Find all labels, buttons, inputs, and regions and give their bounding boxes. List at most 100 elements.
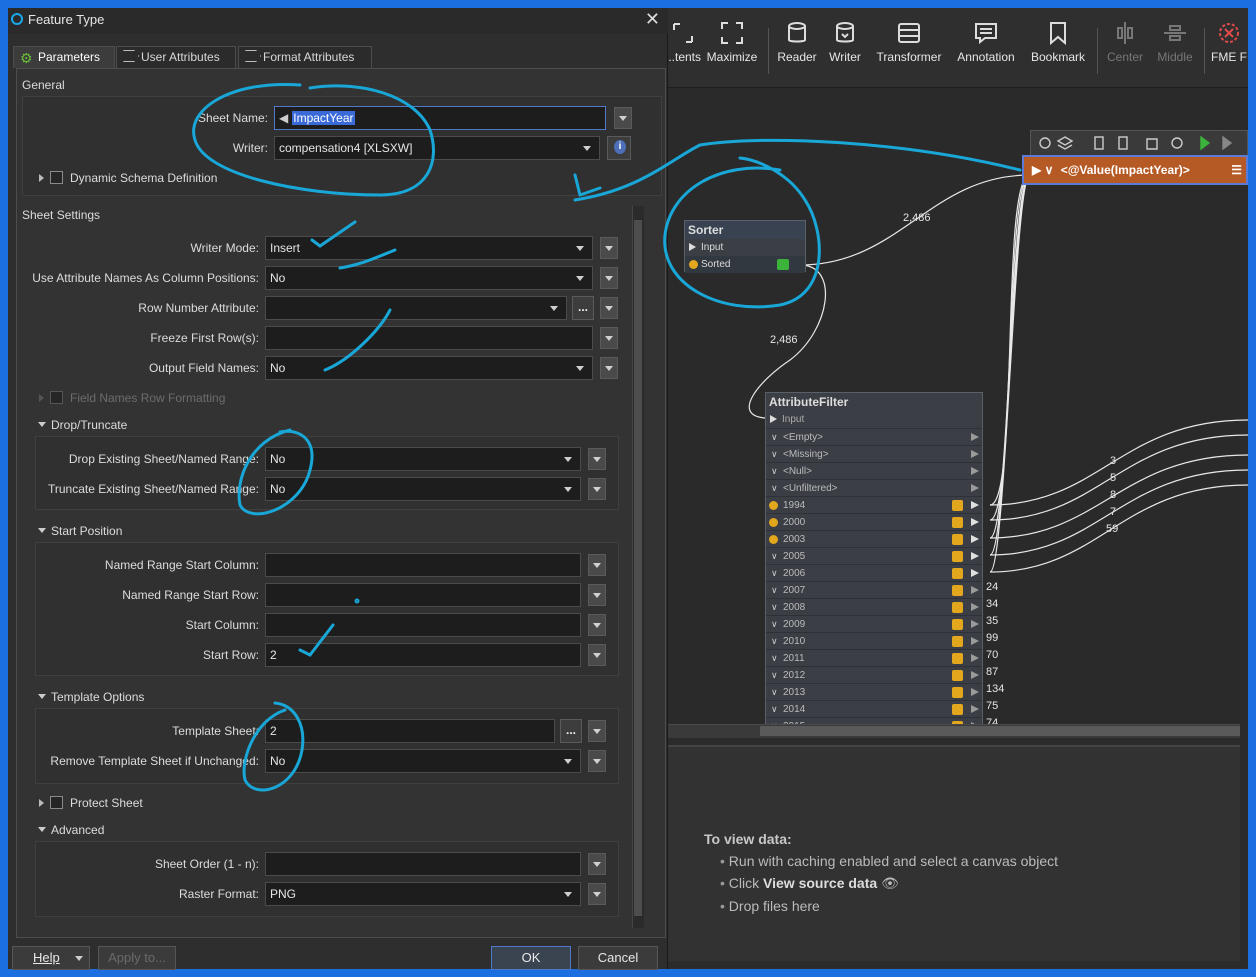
writer-label: Writer: xyxy=(232,141,268,155)
remove-template-sheet-select[interactable]: No xyxy=(265,749,581,773)
apply-to-button[interactable]: Apply to... xyxy=(98,946,176,970)
tab-user-attributes[interactable]: User Attributes xyxy=(116,46,236,68)
dialog-titlebar: Feature Type ✕ xyxy=(8,8,668,34)
template-sheet-menu-button[interactable] xyxy=(588,720,606,742)
raster-format-select[interactable]: PNG xyxy=(265,882,581,906)
cancel-button[interactable]: Cancel xyxy=(578,946,658,970)
writer-mode-label: Writer Mode: xyxy=(190,241,259,255)
row-number-menu-button[interactable] xyxy=(600,297,618,319)
collapse-icon[interactable] xyxy=(38,694,46,699)
chevron-down-icon: ∨ xyxy=(771,704,778,714)
ok-button[interactable]: OK xyxy=(491,946,571,970)
sheet-order-input[interactable] xyxy=(265,852,581,876)
filter-output-port[interactable]: ∨ 2013 xyxy=(766,683,982,700)
template-sheet-ellipsis-button[interactable]: ... xyxy=(560,719,582,743)
filter-output-port[interactable]: 2000 xyxy=(766,513,982,530)
collapse-icon[interactable] xyxy=(38,422,46,427)
named-range-start-column-input[interactable] xyxy=(265,553,581,577)
raster-format-label: Raster Format: xyxy=(178,887,259,901)
remove-template-sheet-menu-button[interactable] xyxy=(588,750,606,772)
use-attribute-names-label: Use Attribute Names As Column Positions: xyxy=(32,271,259,285)
protect-sheet-checkbox[interactable] xyxy=(50,796,63,809)
row-number-ellipsis-button[interactable]: ... xyxy=(572,296,594,320)
collapse-icon[interactable] xyxy=(38,528,46,533)
inspect-icon xyxy=(952,602,963,613)
start-row-menu-button[interactable] xyxy=(588,644,606,666)
output-field-names-menu-button[interactable] xyxy=(600,357,618,379)
truncate-existing-sheet-select[interactable]: No xyxy=(265,477,581,501)
template-options-title: Template Options xyxy=(51,690,145,704)
filter-output-port[interactable]: ∨ 2005 xyxy=(766,547,982,564)
sheet-order-menu-button[interactable] xyxy=(588,853,606,875)
close-icon[interactable]: ✕ xyxy=(645,9,660,30)
named-range-start-row-menu-button[interactable] xyxy=(588,584,606,606)
start-row-input[interactable]: 2 xyxy=(265,643,581,667)
filter-output-port[interactable]: ∨ 2007 xyxy=(766,581,982,598)
port-feature-count: 34 xyxy=(986,598,999,610)
tab-parameters[interactable]: ⚙ Parameters xyxy=(13,46,115,68)
filter-output-port[interactable]: ∨ 2011 xyxy=(766,649,982,666)
filter-output-port[interactable]: ∨ <Missing> xyxy=(766,445,982,462)
remove-template-sheet-label: Remove Template Sheet if Unchanged: xyxy=(50,754,259,768)
drop-existing-sheet-menu-button[interactable] xyxy=(588,448,606,470)
use-attribute-names-menu-button[interactable] xyxy=(600,267,618,289)
raster-format-menu-button[interactable] xyxy=(588,883,606,905)
link-feature-count: 8 xyxy=(1110,489,1117,501)
writer-mode-select[interactable]: Insert xyxy=(265,236,593,260)
output-field-names-select[interactable]: No xyxy=(265,356,593,380)
filter-output-port[interactable]: ∨ 2012 xyxy=(766,666,982,683)
output-arrow-icon xyxy=(971,671,979,679)
filter-output-port[interactable]: 1994 xyxy=(766,496,982,513)
named-range-start-column-menu-button[interactable] xyxy=(588,554,606,576)
template-sheet-input[interactable]: 2 xyxy=(265,719,555,743)
filter-output-port[interactable]: ∨ 2006 xyxy=(766,564,982,581)
sheet-name-menu-button[interactable] xyxy=(614,107,632,129)
chevron-down-icon: ∨ xyxy=(771,670,778,680)
filter-output-port[interactable]: ∨ 2008 xyxy=(766,598,982,615)
filter-output-port[interactable]: ∨ 2014 xyxy=(766,700,982,717)
truncate-existing-sheet-menu-button[interactable] xyxy=(588,478,606,500)
output-arrow-icon xyxy=(971,637,979,645)
row-number-attribute-select[interactable] xyxy=(265,296,567,320)
output-field-names-label: Output Field Names: xyxy=(148,361,259,375)
attributefilter-transformer-node[interactable]: AttributeFilter Input ∨ <Empty> ∨ <Missing>… xyxy=(765,392,983,732)
general-section-title: General xyxy=(22,78,65,92)
start-column-input[interactable] xyxy=(265,613,581,637)
sorter-input-port[interactable]: Input xyxy=(685,239,805,256)
collapse-icon[interactable] xyxy=(38,827,46,832)
writer-select[interactable]: compensation4 [XLSXW] xyxy=(274,136,600,160)
use-attribute-names-select[interactable]: No xyxy=(265,266,593,290)
filter-output-port[interactable]: 2003 xyxy=(766,530,982,547)
output-arrow-icon xyxy=(971,603,979,611)
freeze-first-rows-menu-button[interactable] xyxy=(600,327,618,349)
writer-mode-menu-button[interactable] xyxy=(600,237,618,259)
canvas-scroll-thumb[interactable] xyxy=(760,726,1240,736)
drop-truncate-title: Drop/Truncate xyxy=(51,418,128,432)
start-position-title: Start Position xyxy=(51,524,123,538)
writer-info-icon[interactable] xyxy=(607,136,631,160)
filter-output-port[interactable]: ∨ <Unfiltered> xyxy=(766,479,982,496)
filter-output-port[interactable]: ∨ 2010 xyxy=(766,632,982,649)
attributefilter-input-port[interactable]: Input xyxy=(766,411,982,428)
parameters-scroll-thumb[interactable] xyxy=(634,220,642,916)
sorter-transformer-node[interactable]: Sorter Input Sorted xyxy=(684,220,806,273)
filter-output-port[interactable]: ∨ <Null> xyxy=(766,462,982,479)
field-names-formatting-label: Field Names Row Formatting xyxy=(70,391,226,405)
help-button[interactable]: Help xyxy=(12,946,90,970)
node-expand-icon[interactable]: ▶ ∨ xyxy=(1032,163,1053,177)
filter-output-port[interactable]: ∨ 2009 xyxy=(766,615,982,632)
writer-feature-type-node[interactable]: ▶ ∨ <@Value(ImpactYear)> ☰ xyxy=(1022,155,1248,185)
sorter-output-port[interactable]: Sorted xyxy=(685,256,805,273)
filter-output-port[interactable]: ∨ <Empty> xyxy=(766,428,982,445)
start-column-menu-button[interactable] xyxy=(588,614,606,636)
freeze-first-rows-input[interactable] xyxy=(265,326,593,350)
tab-format-attributes[interactable]: Format Attributes xyxy=(238,46,372,68)
named-range-start-row-input[interactable] xyxy=(265,583,581,607)
dynamic-schema-checkbox[interactable] xyxy=(50,171,63,184)
output-arrow-icon xyxy=(971,518,979,526)
sheet-name-input[interactable]: ◀ ImpactYear xyxy=(274,106,606,130)
expand-icon[interactable] xyxy=(39,174,44,182)
sheet-settings-title: Sheet Settings xyxy=(22,208,101,222)
drop-existing-sheet-select[interactable]: No xyxy=(265,447,581,471)
expand-icon[interactable] xyxy=(39,799,44,807)
